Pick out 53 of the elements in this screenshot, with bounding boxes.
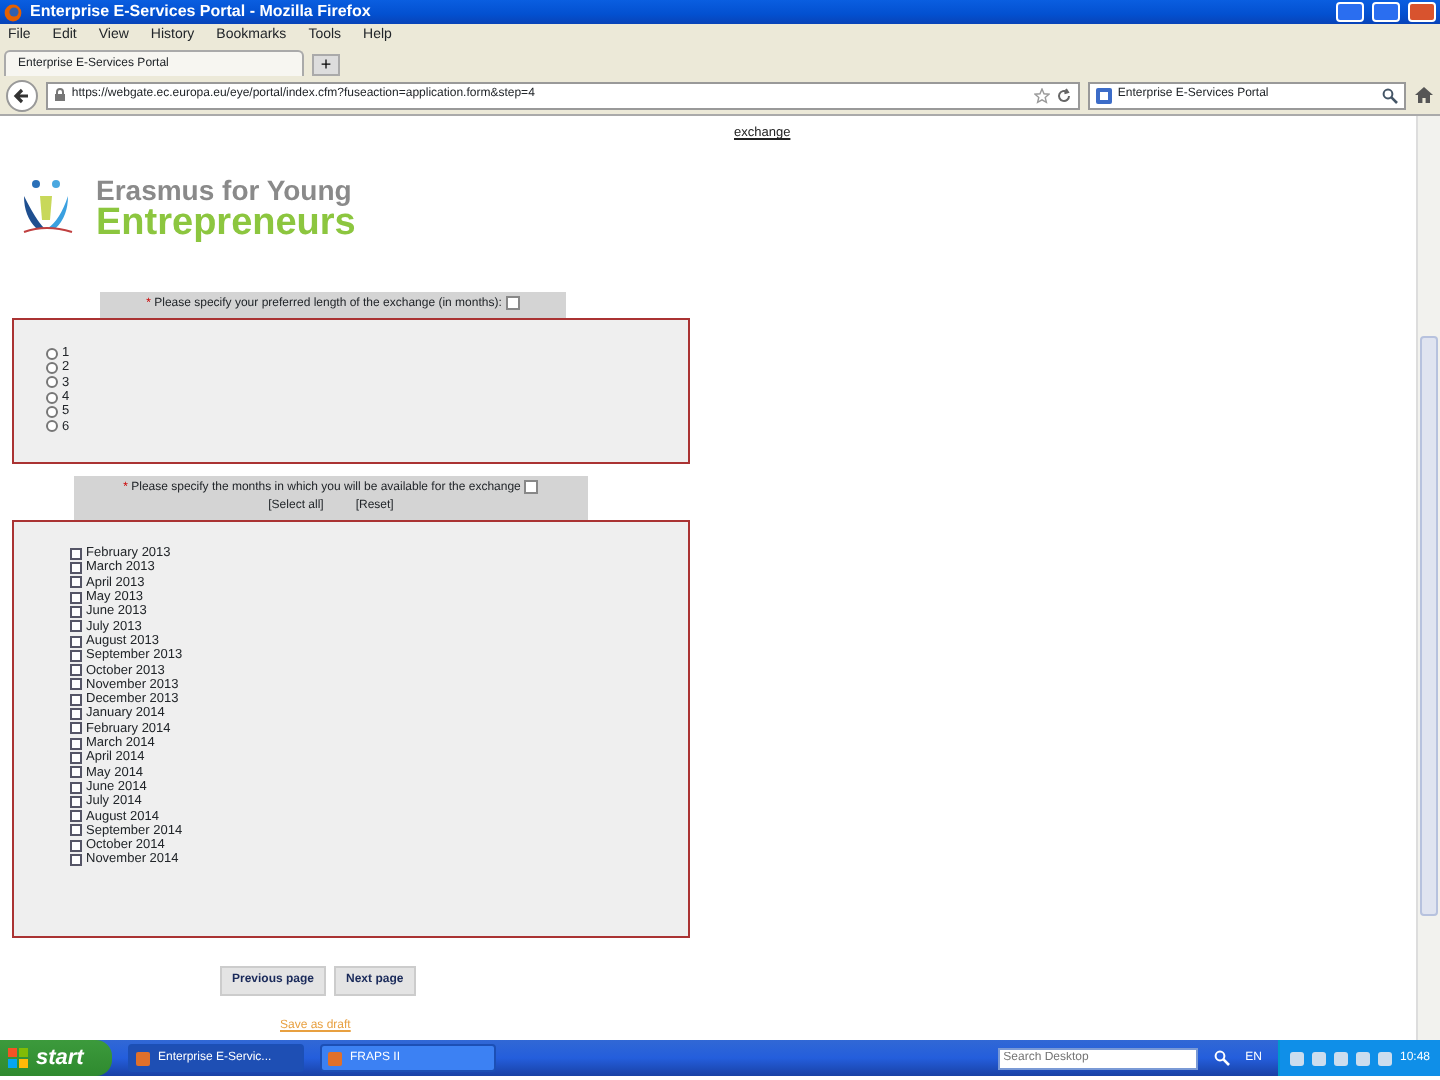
checkbox[interactable] [70,795,82,808]
minimize-button[interactable] [1336,2,1364,22]
help-box-icon[interactable] [505,296,520,310]
help-box-icon[interactable] [524,480,539,495]
checkbox[interactable] [70,635,82,648]
checkbox[interactable] [70,547,82,560]
checkbox[interactable] [70,649,82,662]
maximize-button[interactable] [1372,2,1400,22]
checkbox[interactable] [70,737,82,750]
new-tab-button[interactable]: + [312,54,340,76]
app-icon [328,1051,342,1065]
app-icon [136,1051,150,1065]
checkbox[interactable] [70,824,82,837]
start-button[interactable]: start [0,1040,112,1076]
checkbox[interactable] [70,693,82,706]
windows-logo-icon [8,1048,28,1068]
checkbox[interactable] [70,854,82,867]
checkbox[interactable] [70,766,82,779]
checkbox[interactable] [70,562,82,575]
search-icon[interactable] [1213,1050,1230,1066]
checkbox[interactable] [70,839,82,852]
search-engine-icon [1095,87,1112,103]
star-icon[interactable] [1033,87,1050,103]
radio-button[interactable] [46,420,58,433]
checkbox[interactable] [70,591,82,604]
close-button[interactable] [1408,2,1436,22]
checkbox[interactable] [70,620,82,633]
scrollbar[interactable] [1416,116,1440,1040]
checkbox[interactable] [70,678,82,691]
radio-button[interactable] [46,376,58,389]
radio-button[interactable] [46,391,58,404]
checkbox[interactable] [70,810,82,823]
checkbox[interactable] [70,664,82,677]
search-icon[interactable] [1382,87,1399,103]
checkbox[interactable] [70,708,82,721]
reload-icon[interactable] [1055,87,1072,103]
back-arrow-icon [11,85,32,105]
radio-button[interactable] [46,362,58,375]
lock-icon [53,88,66,102]
checkbox[interactable] [70,781,82,794]
radio-button[interactable] [46,405,58,418]
checkbox[interactable] [70,605,82,618]
scrollbar-thumb[interactable] [1420,336,1438,916]
radio-button[interactable] [46,347,58,360]
checkbox[interactable] [70,722,82,735]
checkbox[interactable] [70,576,82,589]
firefox-icon [4,3,22,21]
back-button[interactable] [6,79,38,111]
logo-text: Entrepreneurs [96,203,356,241]
checkbox[interactable] [70,751,82,764]
logo-text: Erasmus for Young [96,175,354,203]
window-title: Enterprise E-Services Portal - Mozilla Firefox [30,0,373,24]
home-icon[interactable] [1414,86,1435,104]
